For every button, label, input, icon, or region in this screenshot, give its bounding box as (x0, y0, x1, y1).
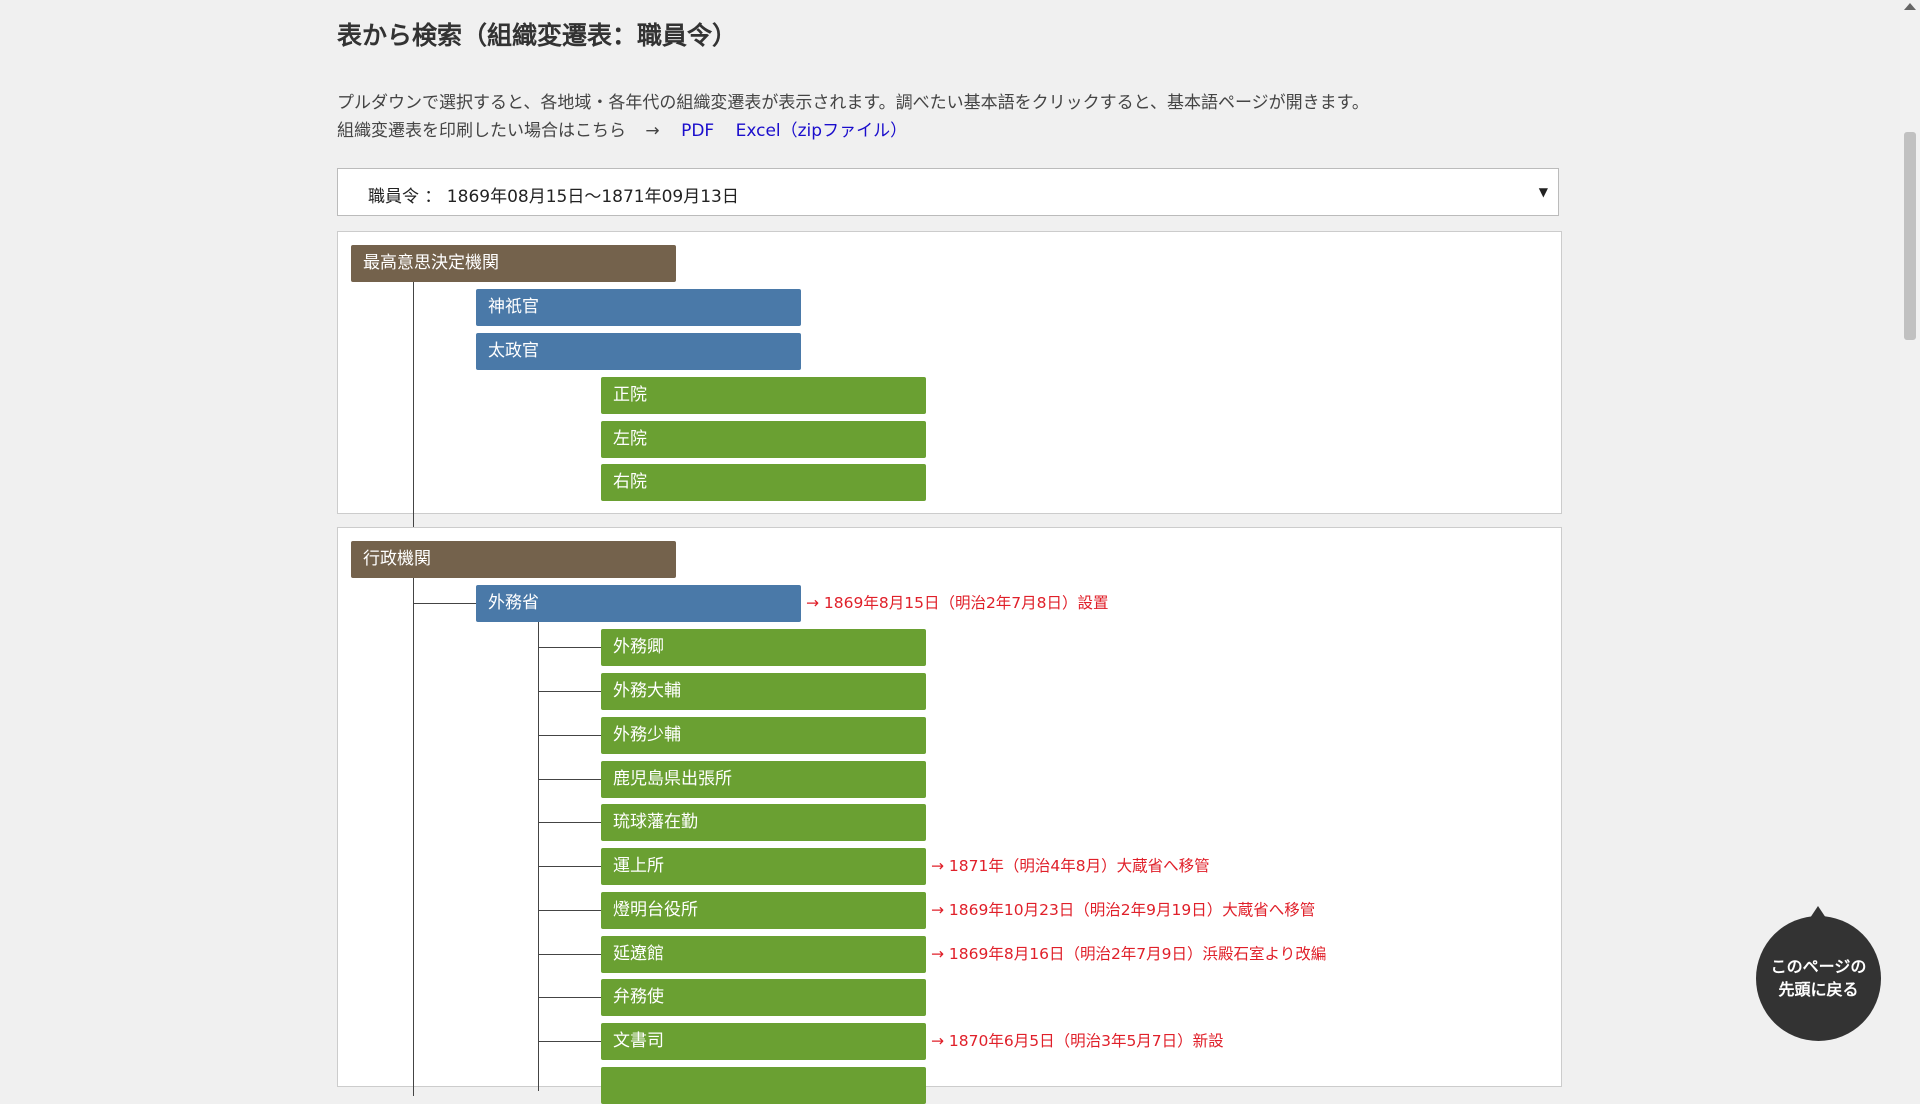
page-title: 表から検索（組織変遷表：職員令） (337, 21, 738, 50)
node-gaimusho[interactable]: 外務省 (476, 585, 801, 622)
node-u-in[interactable]: 右院 (601, 464, 926, 501)
node-dajokan[interactable]: 太政官 (476, 333, 801, 370)
node-item[interactable]: 文書司 (601, 1023, 926, 1060)
tree-line (538, 735, 601, 736)
node-item[interactable]: 延遼館 (601, 936, 926, 973)
node-item[interactable]: 外務少輔 (601, 717, 926, 754)
tree-line (538, 779, 601, 780)
back-to-top-line1: このページの (1770, 957, 1867, 976)
era-select[interactable]: 職員令 ： 1869年08月15日～1871年09月13日 ▼ (337, 168, 1559, 216)
tree-line (538, 647, 601, 648)
print-line: 組織変遷表を印刷したい場合はこちら → PDF Excel（zipファイル） (337, 116, 923, 141)
node-jingikan[interactable]: 神祇官 (476, 289, 801, 326)
node-sa-in[interactable]: 左院 (601, 421, 926, 458)
chevron-down-icon: ▼ (1538, 185, 1548, 199)
node-note: → 1870年6月5日（明治3年5月7日）新設 (931, 1032, 1224, 1050)
node-sei-in[interactable]: 正院 (601, 377, 926, 414)
node-item[interactable]: 琉球藩在勤 (601, 804, 926, 841)
node-root-admin[interactable]: 行政機関 (351, 541, 676, 578)
node-note: → 1869年10月23日（明治2年9月19日）大蔵省へ移管 (931, 901, 1316, 919)
node-item[interactable]: 運上所 (601, 848, 926, 885)
node-root-supreme[interactable]: 最高意思決定機関 (351, 245, 676, 282)
tree-line (538, 1041, 601, 1042)
back-to-top-line2: 先頭に戻る (1778, 980, 1859, 999)
excel-link[interactable]: Excel（zipファイル） (736, 121, 907, 141)
tree-line (538, 866, 601, 867)
scroll-thumb[interactable] (1904, 132, 1916, 340)
back-to-top-button[interactable]: このページの 先頭に戻る (1756, 906, 1881, 1041)
print-arrow: → (645, 121, 660, 141)
node-note: → 1871年（明治4年8月）大蔵省へ移管 (931, 857, 1210, 875)
tree-line (413, 576, 414, 1096)
scroll-up-icon[interactable] (1904, 3, 1916, 10)
page-scrollbar[interactable] (1900, 0, 1920, 1080)
org-chart-panel-supreme: 最高意思決定機関 神祇官 太政官 正院 左院 右院 (337, 231, 1562, 714)
node-note: → 1869年8月16日（明治2年7月9日）浜殿石室より改編 (931, 945, 1327, 963)
print-text: 組織変遷表を印刷したい場合はこちら (337, 121, 626, 141)
tree-line (538, 997, 601, 998)
tree-line (538, 910, 601, 911)
tree-line (538, 954, 601, 955)
node-item[interactable]: 燈明台役所 (601, 892, 926, 929)
pdf-link[interactable]: PDF (681, 121, 714, 141)
node-item[interactable]: 外務卿 (601, 629, 926, 666)
org-chart-panel-admin: 行政機関 外務省 → 1869年8月15日（明治2年7月8日）設置 外務卿 外務… (337, 527, 1562, 1104)
node-item[interactable]: 外務大輔 (601, 673, 926, 710)
caret-up-icon (1810, 906, 1826, 918)
tree-line (538, 691, 601, 692)
node-item[interactable]: 鹿児島県出張所 (601, 761, 926, 798)
era-select-value: 職員令 ： 1869年08月15日～1871年09月13日 (368, 187, 739, 207)
intro-text: プルダウンで選択すると、各地域・各年代の組織変遷表が表示されます。調べたい基本語… (337, 93, 1369, 113)
node-item[interactable]: 弁務使 (601, 979, 926, 1016)
tree-line (413, 603, 476, 604)
node-item[interactable] (601, 1067, 926, 1104)
tree-line (538, 822, 601, 823)
node-note: → 1869年8月15日（明治2年7月8日）設置 (806, 594, 1109, 612)
